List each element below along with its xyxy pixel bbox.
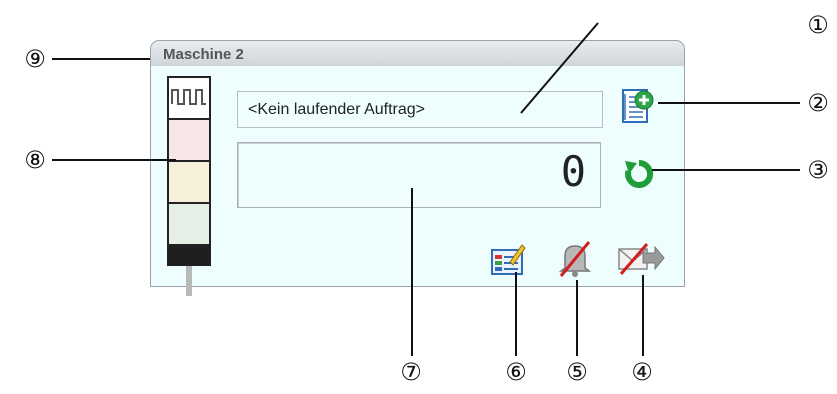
callout-6: ⑥ [505, 358, 527, 386]
callout-9: ⑨ [24, 45, 46, 73]
callout-8: ⑧ [24, 146, 46, 174]
callout-1: ① [807, 11, 829, 39]
callout-7: ⑦ [400, 358, 422, 386]
callout-2: ② [807, 89, 829, 117]
callout-3: ③ [807, 156, 829, 184]
callout-4: ④ [631, 358, 653, 386]
leader-line-1 [520, 22, 599, 114]
callout-5: ⑤ [566, 358, 588, 386]
callout-overlay: ⑨ ⑧ ① ② ③ ⑦ ⑥ ⑤ ④ [24, 11, 829, 386]
